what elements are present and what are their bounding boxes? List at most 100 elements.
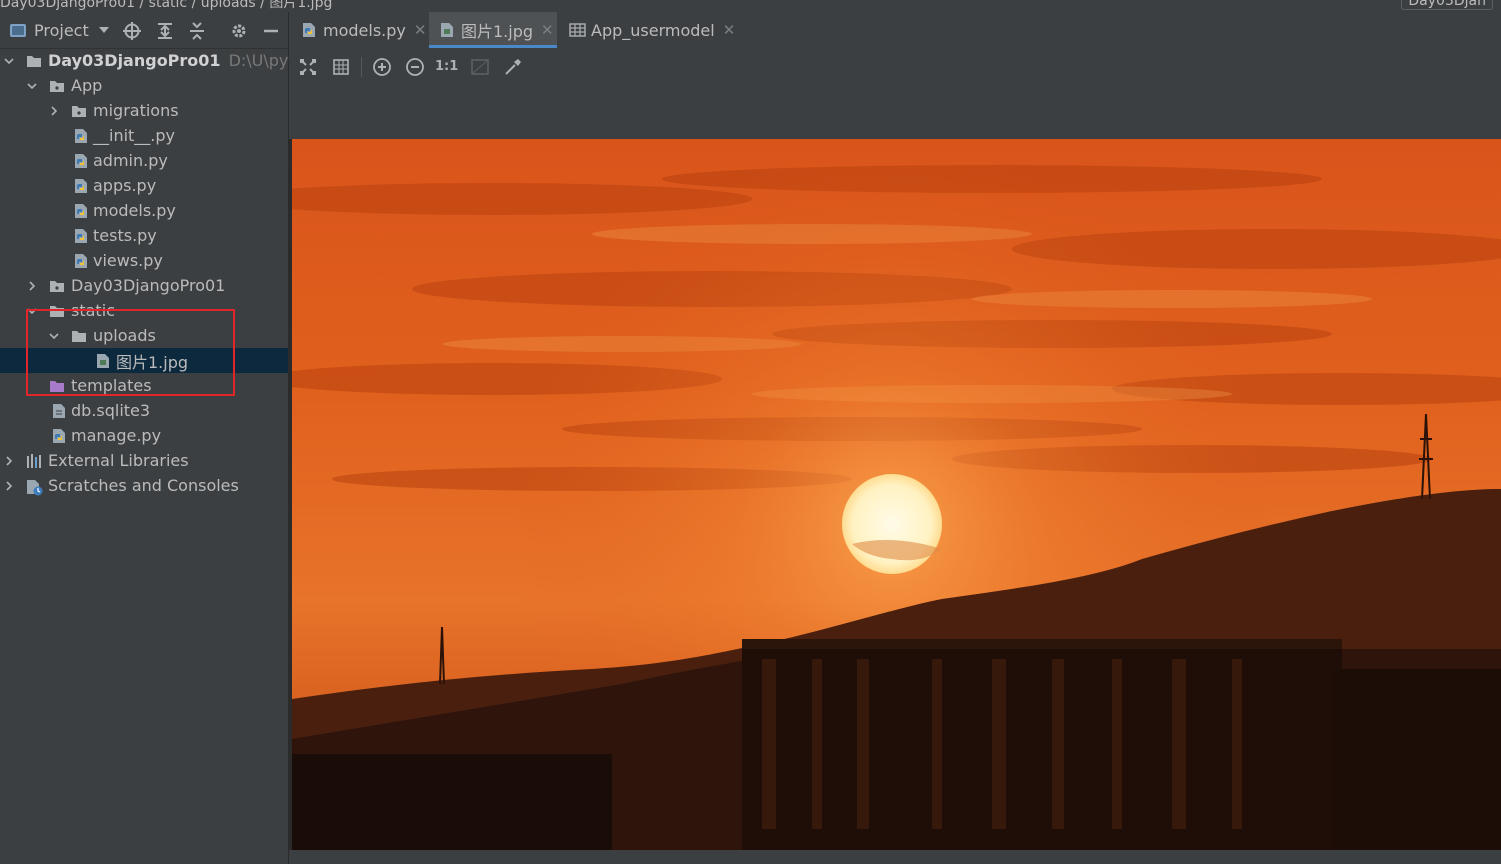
tree-item-label: static	[71, 301, 115, 320]
tree-item-label: 图片1.jpg	[116, 352, 189, 372]
tree-item-label: migrations	[93, 101, 179, 120]
tree-item-label: admin.py	[93, 151, 168, 170]
tab-label: App_usermodel	[591, 20, 715, 40]
tab-image-file[interactable]: 图片1.jpg ✕	[429, 12, 557, 48]
tree-item-templates[interactable]: templates	[0, 373, 288, 398]
tree-item-label: App	[71, 76, 103, 95]
color-picker-icon[interactable]	[502, 56, 524, 78]
tree-item-label: apps.py	[93, 176, 157, 195]
close-icon[interactable]: ✕	[723, 21, 736, 39]
python-file-icon	[73, 228, 89, 244]
close-icon[interactable]: ✕	[541, 21, 554, 39]
python-file-icon	[73, 253, 89, 269]
package-folder-icon	[49, 78, 65, 94]
run-config-selector[interactable]: Day03Djan	[1401, 0, 1493, 10]
editor-area: models.py ✕ 图片1.jpg ✕ App_usermodel ✕ 1:…	[232, 12, 1501, 864]
tree-item-day03djangopro01-package[interactable]: Day03DjangoPro01	[0, 273, 288, 298]
tree-item-db-sqlite3[interactable]: db.sqlite3	[0, 398, 288, 423]
python-file-icon	[73, 178, 89, 194]
project-icon	[10, 23, 26, 37]
tab-label: models.py	[323, 20, 406, 40]
navigation-bar: Day03DjangoPro01 / static / uploads / 图片…	[0, 0, 1501, 12]
tree-item-label: templates	[71, 376, 152, 395]
expand-all-icon[interactable]	[155, 21, 175, 41]
project-view-selector[interactable]: Project	[10, 20, 109, 40]
tree-item-init-py[interactable]: __init__.py	[0, 123, 288, 148]
locate-icon[interactable]	[122, 21, 142, 41]
python-file-icon	[51, 428, 67, 444]
tree-item-scratches-and-consoles[interactable]: Scratches and Consoles	[0, 473, 288, 498]
tree-item-app[interactable]: App	[0, 73, 288, 98]
zoom-out-icon[interactable]	[404, 56, 426, 78]
fit-icon[interactable]	[297, 56, 319, 78]
python-file-icon	[73, 128, 89, 144]
chevron-right-icon[interactable]	[4, 481, 14, 491]
sunset-image	[232, 139, 1501, 850]
template-folder-icon	[49, 378, 65, 394]
image-editor-toolbar: 1:1	[289, 48, 1501, 86]
tree-item-label: models.py	[93, 201, 176, 220]
close-icon[interactable]: ✕	[414, 21, 427, 39]
collapse-all-icon[interactable]	[187, 21, 207, 41]
tree-item-models-py[interactable]: models.py	[0, 198, 288, 223]
tab-models-py[interactable]: models.py ✕	[301, 12, 429, 48]
tree-item-migrations[interactable]: migrations	[0, 98, 288, 123]
tree-item-project-root[interactable]: Day03DjangoPro01 D:\U\python	[0, 48, 325, 73]
grid-icon[interactable]	[330, 56, 352, 78]
tree-item-static[interactable]: static	[0, 298, 288, 323]
image-margin	[289, 86, 1501, 139]
tree-item-label: External Libraries	[48, 451, 189, 470]
python-file-icon	[301, 22, 317, 38]
background-icon[interactable]	[469, 56, 491, 78]
folder-icon	[26, 53, 42, 69]
chevron-down-icon[interactable]	[27, 306, 37, 316]
package-folder-icon	[49, 278, 65, 294]
actual-size-button[interactable]: 1:1	[435, 56, 458, 78]
tree-item-label: uploads	[93, 326, 156, 345]
tree-item-external-libraries[interactable]: External Libraries	[0, 448, 288, 473]
file-icon	[51, 403, 67, 419]
toolbar-separator	[361, 57, 362, 77]
tree-item-views-py[interactable]: views.py	[0, 248, 288, 273]
tree-item-label: Day03DjangoPro01	[71, 276, 226, 295]
tree-item-label: Scratches and Consoles	[48, 476, 239, 495]
project-name: Day03DjangoPro01	[48, 51, 221, 70]
tree-item-uploads[interactable]: uploads	[0, 323, 288, 348]
image-preview	[232, 139, 1501, 850]
project-panel-header: Project	[0, 12, 288, 49]
editor-bottom-edge	[289, 850, 1501, 864]
folder-icon	[49, 303, 65, 319]
table-icon	[569, 22, 586, 38]
python-file-icon	[73, 203, 89, 219]
breadcrumb[interactable]: Day03DjangoPro01 / static / uploads / 图片…	[0, 0, 332, 12]
tree-item-apps-py[interactable]: apps.py	[0, 173, 288, 198]
python-file-icon	[73, 153, 89, 169]
chevron-down-icon[interactable]	[27, 81, 37, 91]
project-title: Project	[34, 20, 89, 40]
tab-label: 图片1.jpg	[461, 22, 534, 41]
chevron-down-icon[interactable]	[4, 56, 14, 66]
tree-item-manage-py[interactable]: manage.py	[0, 423, 288, 448]
tree-item-image-file[interactable]: 图片1.jpg	[0, 348, 288, 373]
gear-icon[interactable]	[229, 21, 249, 41]
editor-tabs: models.py ✕ 图片1.jpg ✕ App_usermodel ✕	[289, 12, 1501, 49]
chevron-down-icon[interactable]	[49, 331, 59, 341]
project-tool-window: Project Day03DjangoPro01 D:\U\python App…	[0, 12, 325, 864]
tree-item-tests-py[interactable]: tests.py	[0, 223, 288, 248]
zoom-in-icon[interactable]	[371, 56, 393, 78]
package-folder-icon	[71, 103, 87, 119]
tree-item-label: views.py	[93, 251, 163, 270]
hide-icon[interactable]	[261, 21, 281, 41]
folder-icon	[71, 328, 87, 344]
tree-item-label: manage.py	[71, 426, 162, 445]
chevron-right-icon[interactable]	[4, 456, 14, 466]
image-file-icon	[439, 22, 455, 38]
tab-app-usermodel[interactable]: App_usermodel ✕	[569, 12, 739, 48]
chevron-right-icon[interactable]	[27, 281, 37, 291]
tree-item-label: __init__.py	[93, 126, 176, 145]
tree-item-admin-py[interactable]: admin.py	[0, 148, 288, 173]
tree-item-label: db.sqlite3	[71, 401, 151, 420]
libraries-icon	[26, 453, 42, 469]
chevron-right-icon[interactable]	[49, 106, 59, 116]
chevron-down-icon	[98, 27, 109, 33]
